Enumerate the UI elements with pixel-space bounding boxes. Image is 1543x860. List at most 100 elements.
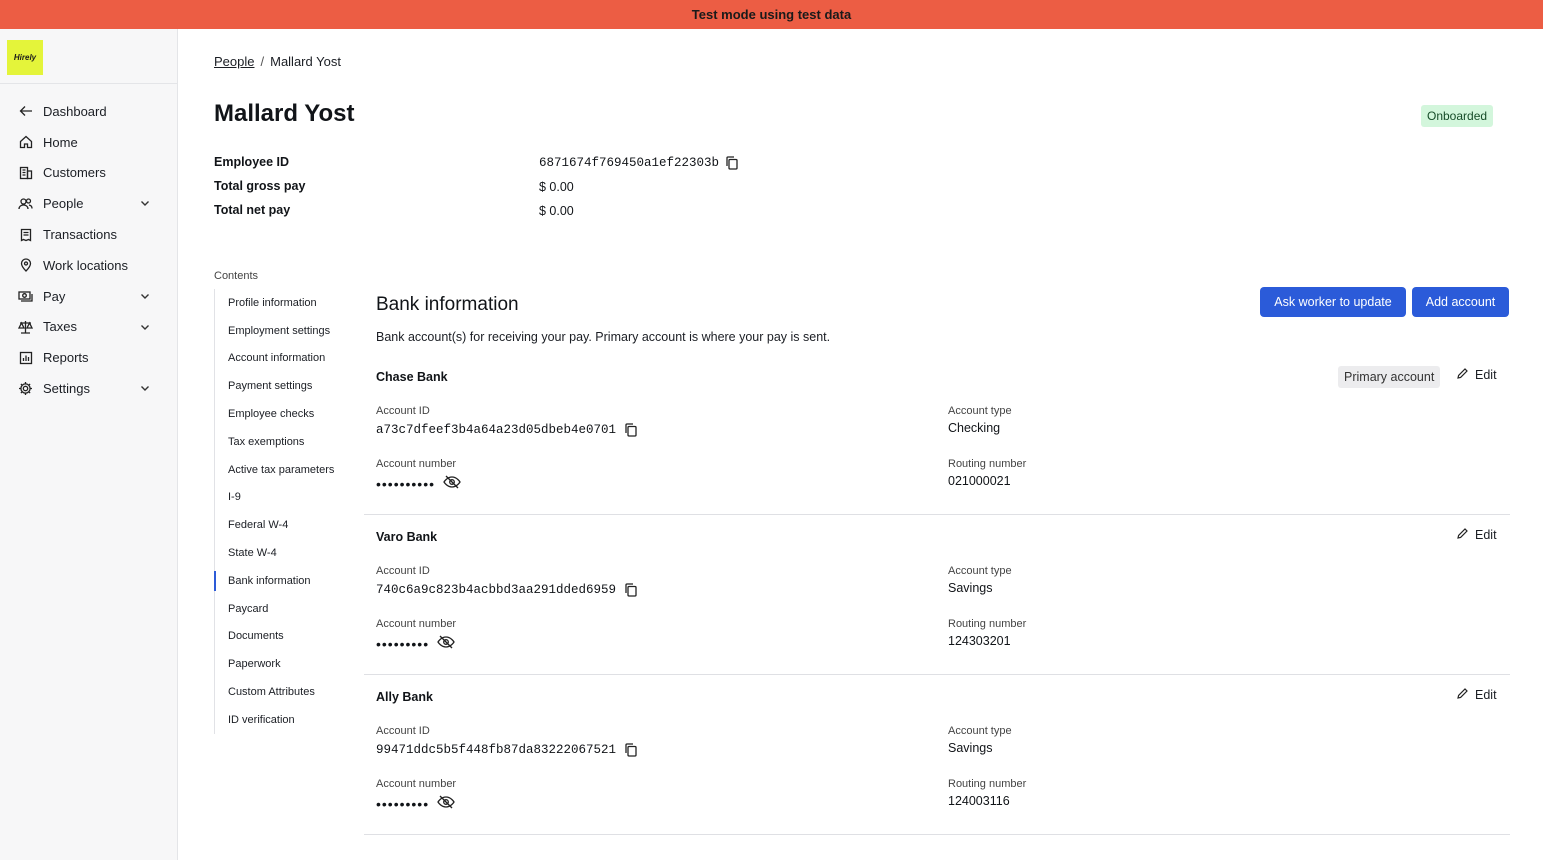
sidebar-item-work-locations[interactable]: Work locations [0, 250, 177, 281]
home-icon [18, 135, 33, 150]
sidebar-item-pay[interactable]: Pay [0, 281, 177, 312]
eye-off-icon[interactable] [437, 795, 455, 812]
edit-label: Edit [1475, 368, 1497, 382]
toc-item-custom-attributes[interactable]: Custom Attributes [215, 678, 354, 706]
toc-item-id-verification[interactable]: ID verification [215, 706, 354, 734]
summary-label: Employee ID [214, 155, 290, 169]
summary-value: $ 0.00 [539, 204, 574, 218]
chart-icon [18, 350, 33, 365]
copy-icon[interactable] [624, 743, 638, 757]
toc-item-paycard[interactable]: Paycard [215, 595, 354, 623]
bank-account-card: Chase Bank Primary account Edit Account … [364, 355, 1510, 515]
toc-item-employee-checks[interactable]: Employee checks [215, 400, 354, 428]
sidebar-nav: Dashboard Home Customers People Transact… [0, 84, 177, 404]
toc-item-paperwork[interactable]: Paperwork [215, 650, 354, 678]
sidebar-item-people[interactable]: People [0, 188, 177, 219]
breadcrumb-current: Mallard Yost [270, 54, 341, 69]
toc-item-i9[interactable]: I-9 [215, 484, 354, 512]
account-number-label: Account number [376, 618, 457, 630]
account-id-field: a73c7dfeef3b4a64a23d05dbeb4e0701 [376, 423, 638, 437]
page-title: Mallard Yost [214, 100, 355, 127]
test-mode-text: Test mode using test data [691, 7, 852, 22]
routing-number-label: Routing number [948, 458, 1027, 470]
contents-nav: Profile information Employment settings … [214, 289, 354, 734]
add-account-button[interactable]: Add account [1412, 287, 1509, 317]
chevron-down-icon[interactable] [139, 321, 151, 333]
breadcrumb-separator: / [260, 54, 265, 69]
account-id-value: 740c6a9c823b4acbbd3aa291dded6959 [376, 583, 617, 597]
routing-number-value: 124003116 [948, 794, 1010, 808]
test-mode-banner: Test mode using test data [0, 0, 1543, 29]
summary-row-net-pay: Total net pay $ 0.00 [214, 203, 814, 227]
sidebar-item-dashboard[interactable]: Dashboard [0, 96, 177, 127]
account-type-value: Checking [948, 421, 1001, 435]
bank-account-card: Ally Bank Edit Account ID 99471ddc5b5f44… [364, 675, 1510, 835]
sidebar-item-label: Taxes [43, 319, 77, 335]
copy-icon[interactable] [725, 156, 739, 170]
toc-item-profile-information[interactable]: Profile information [215, 289, 354, 317]
edit-label: Edit [1475, 528, 1497, 542]
toc-item-state-w4[interactable]: State W-4 [215, 539, 354, 567]
account-type-value: Savings [948, 581, 993, 595]
pencil-icon [1456, 527, 1469, 543]
copy-icon[interactable] [624, 583, 638, 597]
ask-worker-to-update-button[interactable]: Ask worker to update [1260, 287, 1406, 317]
sidebar-item-home[interactable]: Home [0, 127, 177, 158]
sidebar-item-label: Customers [43, 165, 106, 181]
summary-label: Total net pay [214, 203, 291, 217]
sidebar-item-customers[interactable]: Customers [0, 158, 177, 189]
copy-icon[interactable] [624, 423, 638, 437]
edit-button[interactable]: Edit [1456, 367, 1497, 383]
chevron-down-icon[interactable] [139, 197, 151, 209]
sidebar-item-label: Settings [43, 381, 90, 397]
sidebar-item-label: Transactions [43, 227, 117, 243]
map-pin-icon [18, 258, 33, 273]
section-description: Bank account(s) for receiving your pay. … [376, 330, 831, 344]
toc-item-employment-settings[interactable]: Employment settings [215, 317, 354, 345]
account-type-value: Savings [948, 741, 993, 755]
bank-name: Chase Bank [376, 370, 448, 384]
logo[interactable]: Hirely [7, 40, 43, 75]
toc-item-bank-information[interactable]: Bank information [214, 567, 354, 595]
toc-item-account-information[interactable]: Account information [215, 345, 354, 373]
people-icon [18, 196, 33, 211]
sidebar: Hirely Dashboard Home Customers People T… [0, 29, 178, 860]
scale-icon [18, 319, 33, 334]
summary-row-gross-pay: Total gross pay $ 0.00 [214, 179, 814, 203]
toc-item-payment-settings[interactable]: Payment settings [215, 372, 354, 400]
toc-item-documents[interactable]: Documents [215, 623, 354, 651]
eye-off-icon[interactable] [443, 475, 461, 492]
toc-item-federal-w4[interactable]: Federal W-4 [215, 511, 354, 539]
bank-name: Varo Bank [376, 530, 438, 544]
contents-title: Contents [214, 270, 259, 282]
account-id-label: Account ID [376, 565, 430, 577]
sidebar-item-taxes[interactable]: Taxes [0, 312, 177, 343]
account-number-masked: ••••••••• [376, 795, 430, 812]
account-number-label: Account number [376, 778, 457, 790]
summary-value: $ 0.00 [539, 180, 574, 194]
toc-item-tax-exemptions[interactable]: Tax exemptions [215, 428, 354, 456]
summary-label: Total gross pay [214, 179, 306, 193]
section-title: Bank information [376, 294, 519, 315]
account-id-label: Account ID [376, 725, 430, 737]
pencil-icon [1456, 367, 1469, 383]
summary-row-employee-id: Employee ID 6871674f769450a1ef22303b [214, 155, 814, 179]
eye-off-icon[interactable] [437, 635, 455, 652]
status-badge: Onboarded [1421, 105, 1494, 127]
sidebar-item-reports[interactable]: Reports [0, 342, 177, 373]
receipt-icon [18, 227, 33, 242]
toc-item-active-tax-parameters[interactable]: Active tax parameters [215, 456, 354, 484]
chevron-down-icon[interactable] [139, 382, 151, 394]
chevron-down-icon[interactable] [139, 290, 151, 302]
account-id-value: a73c7dfeef3b4a64a23d05dbeb4e0701 [376, 423, 617, 437]
sidebar-item-transactions[interactable]: Transactions [0, 219, 177, 250]
edit-button[interactable]: Edit [1456, 527, 1497, 543]
sidebar-item-settings[interactable]: Settings [0, 373, 177, 404]
employee-summary: Employee ID 6871674f769450a1ef22303b Tot… [214, 155, 814, 227]
breadcrumb-people-link[interactable]: People [214, 54, 254, 69]
sidebar-item-label: Dashboard [43, 103, 107, 119]
account-type-label: Account type [948, 565, 1012, 577]
edit-button[interactable]: Edit [1456, 687, 1497, 703]
routing-number-label: Routing number [948, 778, 1027, 790]
building-icon [18, 165, 33, 180]
